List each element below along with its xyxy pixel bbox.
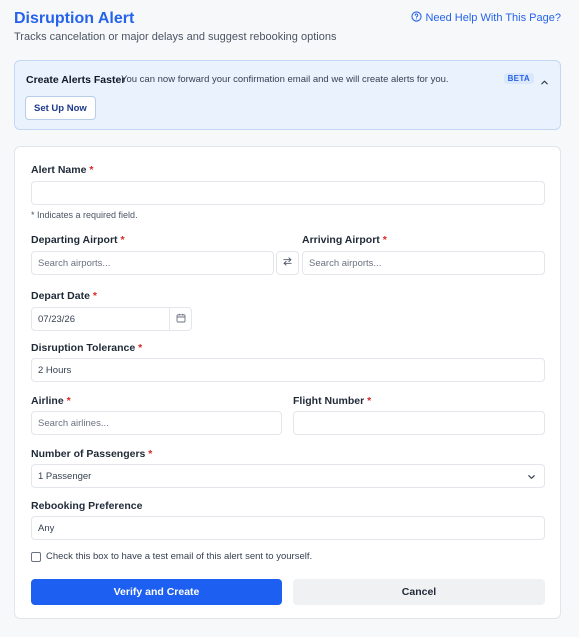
airline-label-text: Airline <box>31 395 64 407</box>
rebooking-preference-value: Any <box>38 522 55 534</box>
departing-airport-placeholder: Search airports... <box>38 257 111 269</box>
departing-airport-label-text: Departing Airport <box>31 234 118 246</box>
help-link[interactable]: Need Help With This Page? <box>411 11 561 25</box>
departing-airport-label: Departing Airport * <box>31 234 125 246</box>
flight-number-label: Flight Number * <box>293 395 371 407</box>
airline-input[interactable]: Search airlines... <box>31 411 282 435</box>
disruption-tolerance-value: 2 Hours <box>38 364 72 376</box>
test-email-checkbox[interactable] <box>31 552 41 562</box>
arriving-airport-label: Arriving Airport * <box>302 234 387 246</box>
departing-airport-input[interactable]: Search airports... <box>31 251 274 275</box>
arriving-airport-label-text: Arriving Airport <box>302 234 380 246</box>
create-alerts-banner: Create Alerts Faster You can now forward… <box>14 60 561 130</box>
rebooking-preference-label-text: Rebooking Preference <box>31 500 143 512</box>
chevron-up-icon[interactable] <box>540 74 549 85</box>
depart-date-input[interactable]: 07/23/26 <box>31 307 170 331</box>
alert-name-label-text: Alert Name <box>31 164 87 176</box>
required-mark: * <box>92 290 97 302</box>
flight-number-input[interactable] <box>293 411 545 435</box>
arriving-airport-input[interactable]: Search airports... <box>302 251 545 275</box>
banner-text: You can now forward your confirmation em… <box>121 74 449 85</box>
required-field-hint: * Indicates a required field. <box>31 210 138 220</box>
passengers-value: 1 Passenger <box>38 470 92 482</box>
arriving-airport-placeholder: Search airports... <box>309 257 382 269</box>
airline-placeholder: Search airlines... <box>38 417 109 429</box>
depart-date-value: 07/23/26 <box>38 313 75 325</box>
alert-name-label: Alert Name * <box>31 164 93 176</box>
depart-date-label-text: Depart Date <box>31 290 90 302</box>
cancel-button[interactable]: Cancel <box>293 579 545 605</box>
swap-arrows-icon <box>282 254 293 272</box>
required-mark: * <box>148 448 153 460</box>
depart-date-label: Depart Date * <box>31 290 97 302</box>
airline-label: Airline * <box>31 395 71 407</box>
verify-and-create-button[interactable]: Verify and Create <box>31 579 282 605</box>
swap-airports-button[interactable] <box>276 251 299 275</box>
rebooking-preference-label: Rebooking Preference <box>31 500 142 512</box>
required-mark: * <box>66 395 71 407</box>
help-link-label: Need Help With This Page? <box>425 12 561 24</box>
required-mark: * <box>367 395 372 407</box>
passengers-label-text: Number of Passengers <box>31 448 146 460</box>
disruption-tolerance-input[interactable]: 2 Hours <box>31 358 545 382</box>
beta-badge: BETA <box>503 73 534 84</box>
required-mark: * <box>138 342 143 354</box>
question-circle-icon <box>411 11 423 25</box>
required-mark: * <box>382 234 387 246</box>
calendar-icon <box>176 310 186 328</box>
test-email-label: Check this box to have a test email of t… <box>46 551 313 562</box>
passengers-label: Number of Passengers * <box>31 448 152 460</box>
disruption-tolerance-label: Disruption Tolerance * <box>31 342 142 354</box>
chevron-down-icon <box>527 473 536 481</box>
page-title: Disruption Alert <box>14 10 135 27</box>
alert-form: Alert Name * * Indicates a required fiel… <box>14 146 561 619</box>
required-mark: * <box>89 164 94 176</box>
banner-title: Create Alerts Faster <box>26 74 126 86</box>
rebooking-preference-input[interactable]: Any <box>31 516 545 540</box>
page-subtitle: Tracks cancelation or major delays and s… <box>14 31 337 43</box>
passengers-select[interactable]: 1 Passenger <box>31 464 545 488</box>
disruption-tolerance-label-text: Disruption Tolerance <box>31 342 136 354</box>
flight-number-label-text: Flight Number <box>293 395 365 407</box>
alert-name-input[interactable] <box>31 181 545 205</box>
required-mark: * <box>120 234 125 246</box>
calendar-button[interactable] <box>170 307 192 331</box>
set-up-now-button[interactable]: Set Up Now <box>25 96 96 120</box>
